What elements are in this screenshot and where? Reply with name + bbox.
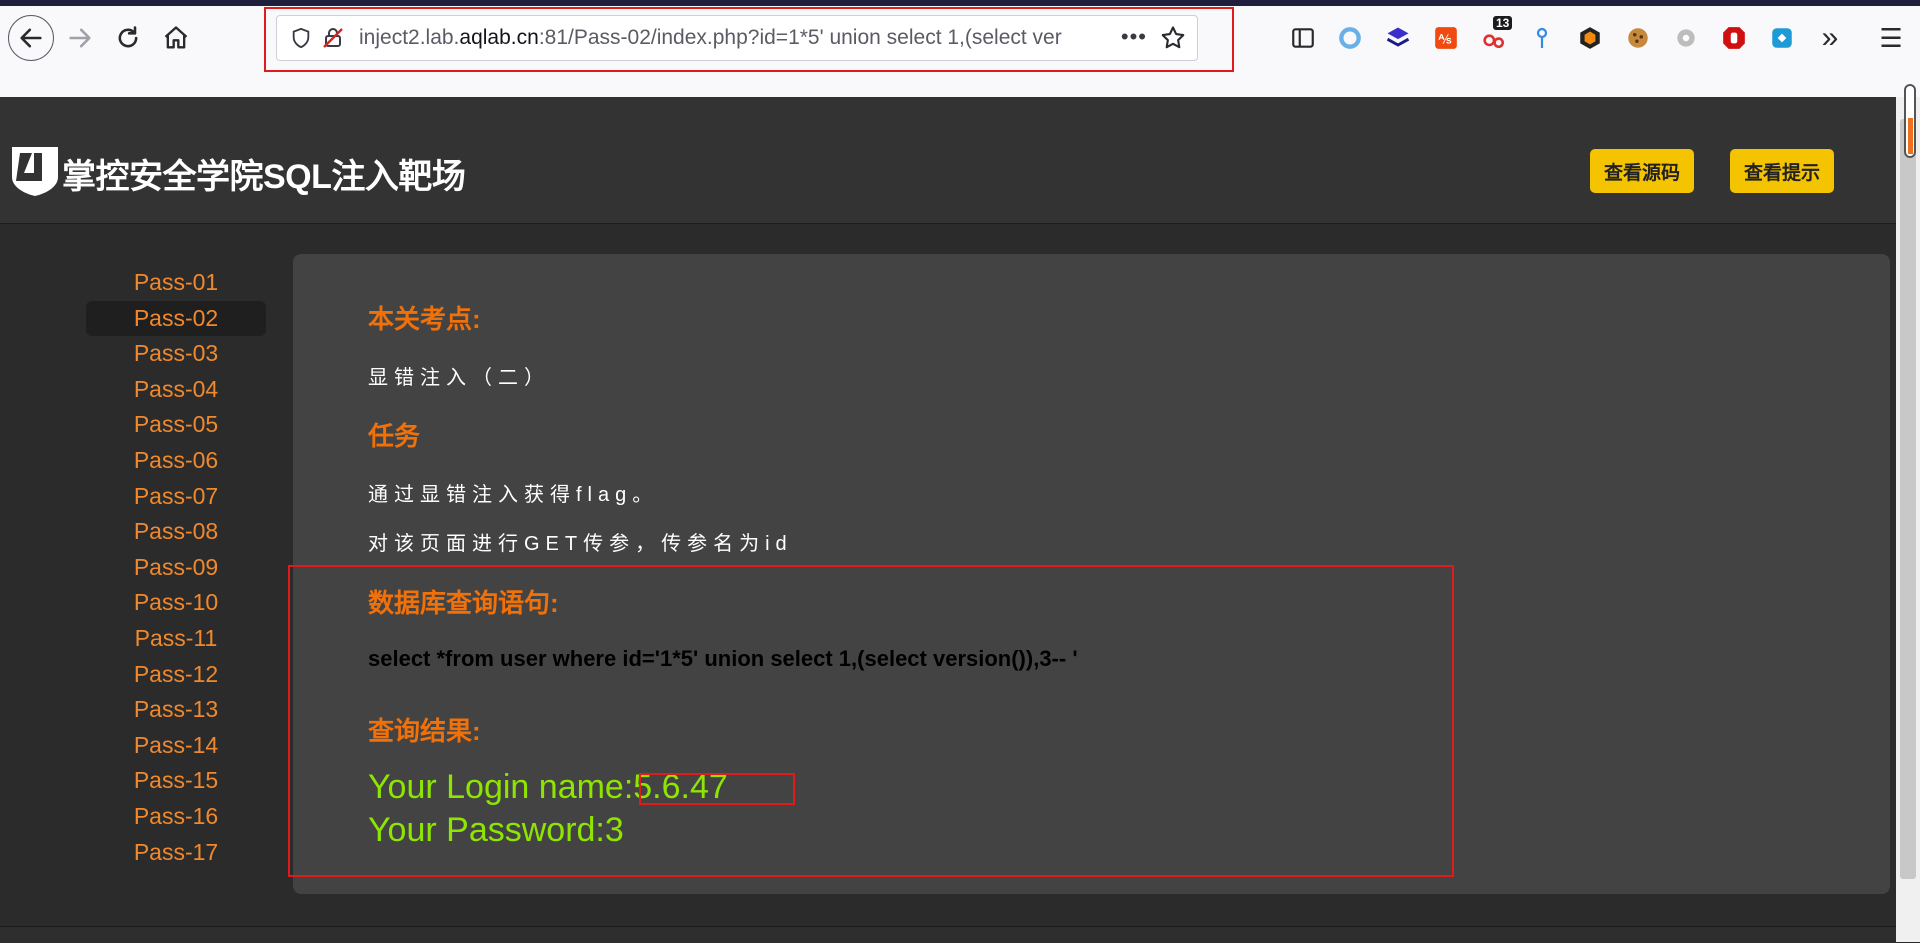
url-text[interactable]: inject2.lab.aqlab.cn:81/Pass-02/index.ph… [359,26,1104,50]
url-path: :81/Pass-02/index.php?id=1*5' union sele… [538,26,1062,49]
url-domain: aqlab.cn [459,26,539,49]
site-header: 掌控安全学院SQL注入靶场 查看源码 查看提示 [0,97,1896,224]
sidebar-item-pass-04[interactable]: Pass-04 [86,372,266,408]
sidebar-item-pass-14[interactable]: Pass-14 [86,728,266,764]
sidebar-item-pass-17[interactable]: Pass-17 [86,835,266,871]
overflow-menu-button[interactable]: » [1815,21,1845,54]
view-hint-button[interactable]: 查看提示 [1730,149,1834,193]
sidebar-item-pass-06[interactable]: Pass-06 [86,443,266,479]
reload-button[interactable] [106,16,150,60]
scroll-position-marker [1908,118,1913,154]
sidebar-item-pass-02[interactable]: Pass-02 [86,300,266,337]
reload-icon [118,26,138,48]
arrow-right-icon [69,28,91,48]
view-source-button[interactable]: 查看源码 [1590,149,1694,193]
home-button[interactable] [154,16,198,60]
proxy-extension-icon[interactable] [1575,22,1605,54]
sidebar-item-pass-01[interactable]: Pass-01 [86,265,266,301]
address-bar[interactable]: inject2.lab.aqlab.cn:81/Pass-02/index.ph… [276,15,1198,61]
sidebar-item-pass-05[interactable]: Pass-05 [86,407,266,443]
bookmark-star-icon[interactable] [1159,24,1187,52]
library-icon[interactable] [1288,22,1318,54]
layers-extension-icon[interactable] [1383,22,1413,54]
shield-logo-icon [12,147,58,196]
forward-button[interactable] [58,16,102,60]
sidebar-item-pass-13[interactable]: Pass-13 [86,692,266,728]
extension-badge: 13 [1493,16,1513,30]
level-sidebar: Pass-01 Pass-02 Pass-03 Pass-04 Pass-05 Pass-… [86,265,266,870]
focus-text: 显错注入（二） [368,367,550,389]
window-titlebar [0,0,1920,6]
version-highlight-box [639,773,795,805]
sidebar-item-pass-03[interactable]: Pass-03 [86,336,266,372]
page-actions-button[interactable]: ••• [1121,24,1147,50]
sidebar-item-pass-11[interactable]: Pass-11 [86,621,266,657]
scrollbar-thumb[interactable] [1900,119,1916,879]
sidebar-item-pass-16[interactable]: Pass-16 [86,799,266,835]
stop-hand-icon[interactable] [1719,22,1749,54]
arrow-left-icon [20,28,42,48]
sidebar-item-pass-09[interactable]: Pass-09 [86,550,266,586]
hackbar-extension-icon[interactable]: ⅍ [1431,22,1461,54]
sidebar-item-pass-12[interactable]: Pass-12 [86,657,266,693]
sidebar-item-pass-15[interactable]: Pass-15 [86,763,266,799]
task-line-1: 通过显错注入获得flag。 [368,484,659,506]
arrow-extension-icon[interactable] [1767,22,1797,54]
pin-extension-icon[interactable] [1527,22,1557,54]
link-extension-icon[interactable]: 13 [1479,16,1513,54]
result-highlight-box [288,565,1454,877]
insecure-lock-icon[interactable] [319,24,347,52]
sidebar-item-pass-10[interactable]: Pass-10 [86,585,266,621]
url-prefix: inject2.lab. [359,26,460,49]
ring-extension-icon[interactable] [1335,22,1365,54]
gear-extension-icon[interactable] [1671,22,1701,54]
back-button[interactable] [8,15,54,61]
sidebar-item-pass-08[interactable]: Pass-08 [86,514,266,550]
task-line-2: 对该页面进行GET传参，传参名为id [368,533,793,555]
site-title: 掌控安全学院SQL注入靶场 [62,158,466,196]
focus-heading: 本关考点: [368,304,481,334]
svg-text:⅍: ⅍ [1438,31,1451,46]
browser-toolbar: inject2.lab.aqlab.cn:81/Pass-02/index.ph… [0,0,1920,97]
sidebar-item-pass-07[interactable]: Pass-07 [86,479,266,515]
hamburger-menu-icon[interactable]: ☰ [1876,22,1906,54]
home-icon [164,26,188,49]
vertical-scrollbar[interactable] [1896,97,1920,942]
task-heading: 任务 [368,421,421,451]
page-bottom [0,926,1896,943]
cookie-extension-icon[interactable] [1623,22,1653,54]
shield-icon[interactable] [287,24,315,52]
